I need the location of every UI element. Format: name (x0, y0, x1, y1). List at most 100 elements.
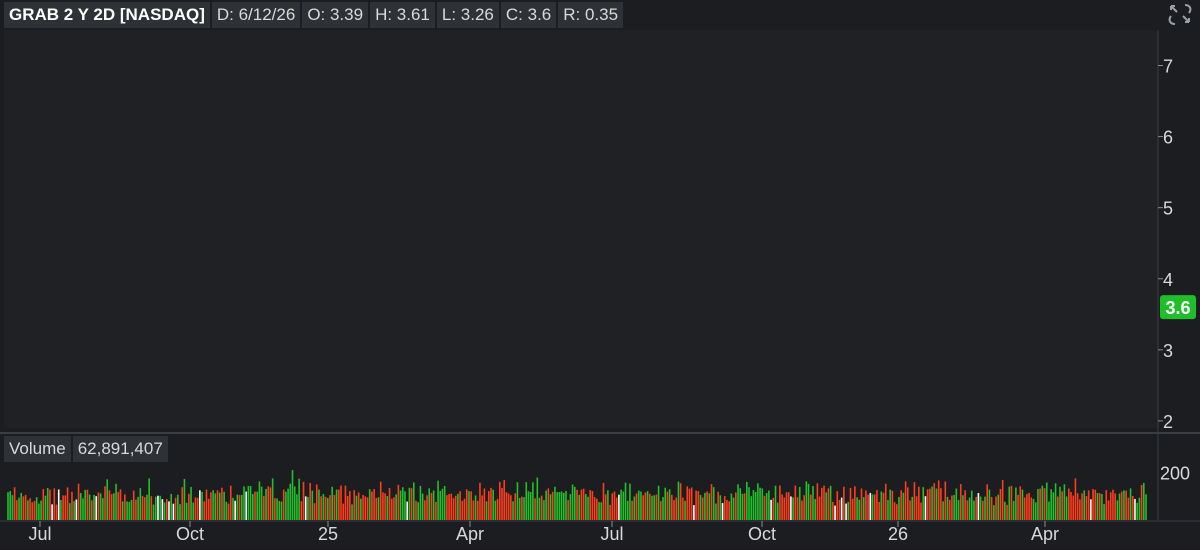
volume-bar (957, 500, 960, 520)
volume-bar (644, 492, 647, 520)
volume-bar (33, 500, 36, 520)
volume-bar (521, 496, 523, 520)
volume-bar (296, 494, 298, 520)
volume-bar (154, 496, 157, 520)
volume-bar (1017, 494, 1019, 520)
volume-bar (765, 492, 768, 520)
price-panel-bg (4, 30, 1158, 428)
volume-bar (547, 488, 550, 520)
volume-bar (410, 488, 413, 520)
volume-bar (1140, 484, 1143, 520)
volume-bar (823, 485, 825, 520)
volume-bar (809, 494, 812, 520)
volume-bar (710, 484, 713, 520)
volume-bar (20, 492, 23, 520)
volume-bar (311, 490, 314, 520)
volume-bar (474, 495, 477, 520)
volume-bar (759, 487, 761, 520)
volume-bar (368, 489, 371, 520)
expand-tools-icon[interactable] (1163, 0, 1197, 30)
volume-bar (615, 497, 618, 520)
volume-bar (452, 498, 455, 520)
volume-bar (624, 482, 627, 520)
volume-bar (1123, 490, 1125, 520)
volume-bar (42, 488, 45, 520)
volume-bar (483, 488, 486, 520)
volume-bar (258, 481, 261, 520)
volume-bar (944, 481, 947, 520)
volume-bar (631, 500, 633, 520)
volume-bar (884, 483, 887, 520)
volume-bar (360, 498, 362, 520)
volume-bar (278, 500, 281, 520)
volume-bar (973, 500, 975, 520)
high-value: H: 3.61 (370, 2, 435, 28)
x-tick-label: Apr (456, 524, 484, 544)
volume-bar (596, 498, 598, 520)
volume-bar (869, 492, 872, 520)
volume-bar (739, 488, 742, 520)
volume-bar (355, 495, 358, 520)
volume-bar (688, 488, 691, 520)
volume-bar (406, 501, 408, 520)
volume-bar (1136, 502, 1138, 520)
volume-bar (677, 481, 680, 520)
volume-bar (333, 494, 336, 520)
volume-bar (1138, 497, 1141, 520)
volume-bar (1074, 478, 1077, 520)
volume-bar (238, 495, 241, 520)
stock-chart[interactable]: Hi: 6.62Lo: 2.98 234567JulOct25AprJulOct… (0, 0, 1200, 550)
volume-bar (693, 505, 695, 520)
volume-bar (929, 488, 931, 520)
volume-bar (95, 496, 98, 520)
volume-bar (170, 493, 173, 520)
volume-bar (585, 494, 587, 520)
volume-bar (891, 490, 894, 520)
volume-bar (399, 490, 402, 520)
volume-bar (338, 489, 340, 520)
volume-bar (708, 493, 711, 520)
volume-bar (838, 499, 841, 520)
volume-bar (556, 492, 558, 520)
volume-bar (501, 488, 503, 520)
volume-bar (470, 491, 472, 520)
volume-bar (302, 481, 305, 520)
volume-label: Volume (4, 436, 71, 462)
volume-bar (128, 501, 131, 520)
volume-bar (366, 497, 369, 520)
volume-bar (318, 489, 320, 520)
volume-bar (913, 482, 916, 520)
volume-bar (203, 501, 206, 520)
x-tick-label: Oct (176, 524, 204, 544)
volume-bar (849, 487, 852, 520)
volume-pane[interactable] (7, 470, 1147, 520)
axes: 2 3 4 5 6 7 Jul Oct 25 Apr Jul Oct 26 Apr 200 3.6 (0, 30, 1200, 544)
volume-bar (732, 497, 735, 520)
volume-bar (234, 500, 236, 520)
volume-bar (562, 492, 565, 520)
volume-bar (984, 496, 986, 520)
volume-bar (1107, 500, 1110, 520)
volume-bar (159, 495, 161, 520)
volume-bar (439, 490, 442, 520)
volume-bar (291, 470, 294, 520)
volume-bar (825, 492, 828, 520)
volume-bar (7, 492, 9, 520)
volume-bar (340, 485, 342, 520)
volume-bar (640, 491, 642, 520)
volume-bar (324, 496, 327, 520)
volume-bar (726, 500, 728, 520)
volume-bar (754, 491, 757, 520)
volume-bar (873, 494, 876, 520)
volume-bar (430, 492, 433, 520)
volume-bar (71, 491, 73, 520)
volume-bar (227, 503, 230, 520)
volume-bar (412, 482, 415, 520)
volume-bar (717, 491, 719, 520)
volume-bar (887, 500, 889, 520)
volume-bar (461, 500, 464, 520)
volume-bar (143, 497, 146, 520)
volume-bar (898, 496, 900, 520)
volume-bar (212, 490, 214, 520)
volume-bar (426, 495, 428, 520)
